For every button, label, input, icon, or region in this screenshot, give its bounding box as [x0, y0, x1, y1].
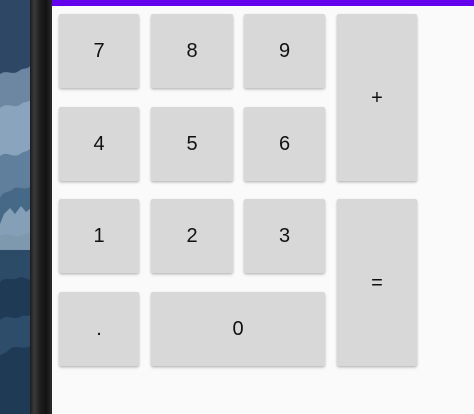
home-wallpaper	[0, 0, 30, 414]
key-label: 4	[93, 133, 105, 155]
key-7[interactable]: 7	[59, 14, 139, 88]
decimal-key[interactable]: .	[59, 292, 139, 366]
key-label: 1	[93, 225, 105, 247]
calculator-screen: 7 8 9 + 4 5 6 1 2 3 = . 0	[52, 0, 474, 414]
calculator-keypad: 7 8 9 + 4 5 6 1 2 3 = . 0	[52, 0, 474, 414]
coastline-image	[0, 0, 30, 414]
equals-key[interactable]: =	[337, 199, 417, 366]
key-label: 6	[278, 133, 291, 155]
key-label: 0	[232, 318, 244, 340]
key-label: =	[371, 271, 383, 294]
key-label: 5	[186, 133, 198, 155]
key-label: 7	[93, 40, 105, 62]
key-1[interactable]: 1	[59, 199, 139, 273]
key-label: 9	[278, 40, 291, 62]
key-label: 8	[186, 40, 198, 62]
key-label: 2	[186, 225, 198, 247]
device-bezel	[30, 0, 52, 414]
device-screenshot: 7 8 9 + 4 5 6 1 2 3 = . 0	[0, 0, 474, 414]
key-label: .	[96, 318, 102, 340]
key-label: 3	[278, 225, 291, 247]
key-2[interactable]: 2	[151, 199, 233, 273]
key-3[interactable]: 3	[244, 199, 325, 273]
key-6[interactable]: 6	[244, 107, 325, 181]
key-5[interactable]: 5	[151, 107, 233, 181]
key-label: +	[371, 86, 383, 109]
key-9[interactable]: 9	[244, 14, 325, 88]
key-0[interactable]: 0	[151, 292, 325, 366]
key-4[interactable]: 4	[59, 107, 139, 181]
plus-key[interactable]: +	[337, 14, 417, 181]
key-8[interactable]: 8	[151, 14, 233, 88]
